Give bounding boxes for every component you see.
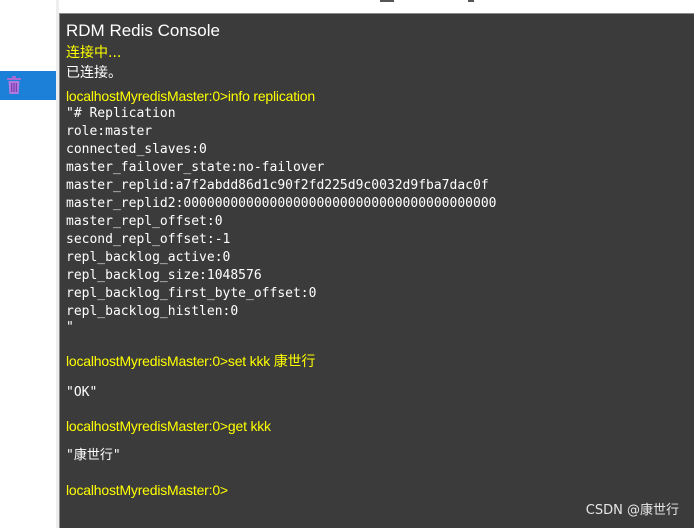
console-panel[interactable]: RDM Redis Console 连接中... 已连接。 localhostM… [59,13,694,528]
output-line: "OK" [66,385,98,400]
command-line: localhostMyredisMaster:0>get kkk [66,418,271,434]
watermark: CSDN @康世行 [585,503,679,518]
output-line: master_replid:a7f2abdd86d1c90f2fd225d9c0… [66,178,489,193]
output-line: repl_backlog_size:1048576 [66,268,262,283]
output-line: " [66,320,74,335]
output-line: repl_backlog_active:0 [66,250,231,265]
output-line: "# Replication [66,106,176,121]
output-line: repl_backlog_histlen:0 [66,304,239,319]
connected-status: 已连接。 [66,65,122,81]
output-line: master_replid2:0000000000000000000000000… [66,196,497,211]
cropped-toolbar-fragment [468,0,474,2]
command-line: localhostMyredisMaster:0>info replicatio… [66,88,315,104]
output-line: master_failover_state:no-failover [66,160,325,175]
output-line: "康世行" [66,448,121,463]
console-title: RDM Redis Console [66,21,220,40]
command-line: localhostMyredisMaster:0>set kkk 康世行 [66,353,316,369]
window-top-strip [59,0,694,13]
sidebar-item-selected[interactable] [0,71,56,100]
output-line: second_repl_offset:-1 [66,232,231,247]
sidebar [0,0,56,528]
output-line: repl_backlog_first_byte_offset:0 [66,286,317,301]
cropped-toolbar-fragment [380,0,394,2]
output-line: role:master [66,124,153,139]
output-line: master_repl_offset:0 [66,214,223,229]
connecting-status: 连接中... [66,45,122,61]
output-line: connected_slaves:0 [66,142,207,157]
command-input-prompt[interactable]: localhostMyredisMaster:0> [66,481,228,499]
